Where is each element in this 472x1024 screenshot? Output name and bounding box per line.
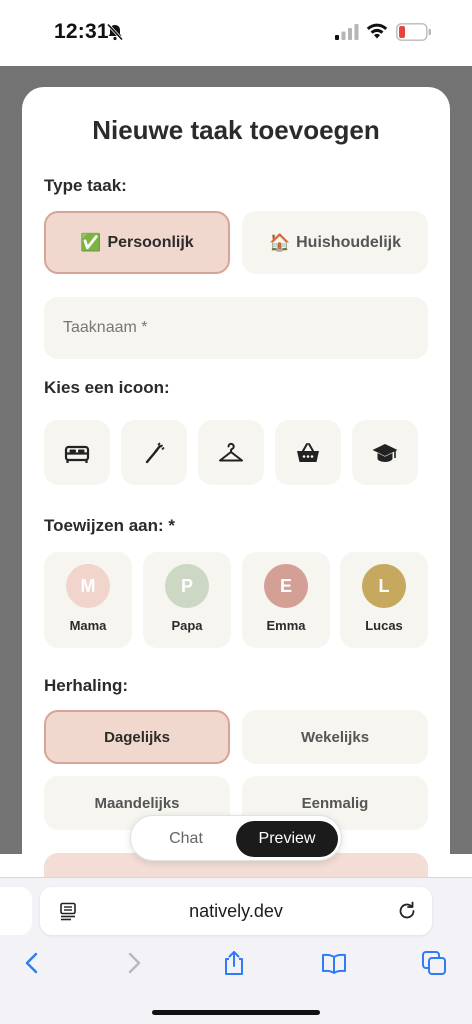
chat-preview-toggle: Chat Preview: [130, 815, 342, 861]
assignee-name: Lucas: [365, 618, 403, 633]
status-bar: 12:31: [0, 0, 472, 66]
task-name-input[interactable]: [44, 297, 428, 359]
url-text: natively.dev: [189, 901, 283, 921]
icon-option-toothbrush[interactable]: [121, 420, 187, 485]
type-household-label: Huishoudelijk: [296, 233, 402, 251]
assignee-papa[interactable]: P Papa: [143, 552, 231, 648]
house-icon: 🏠: [268, 232, 291, 252]
cellular-signal-icon: [335, 24, 359, 40]
add-task-modal: Nieuwe taak toevoegen Type taak: ✅ Perso…: [22, 87, 450, 877]
avatar: P: [165, 564, 209, 608]
reload-icon[interactable]: [396, 900, 418, 922]
icon-option-bed[interactable]: [44, 420, 110, 485]
assignee-lucas[interactable]: L Lucas: [340, 552, 428, 648]
icon-option-basket[interactable]: [275, 420, 341, 485]
share-icon[interactable]: [220, 949, 248, 977]
forward-icon[interactable]: [120, 949, 148, 977]
bell-muted-icon: [106, 23, 124, 41]
battery-icon: [396, 23, 431, 41]
icon-option-hanger[interactable]: [198, 420, 264, 485]
bed-icon: [64, 445, 90, 463]
repeat-daily-button[interactable]: Dagelijks: [44, 710, 230, 764]
icon-option-graduation-cap[interactable]: [352, 420, 418, 485]
browser-toolbar: natively.dev: [0, 877, 472, 1024]
icon-label: Kies een icoon:: [44, 378, 170, 397]
avatar: M: [66, 564, 110, 608]
tabs-icon[interactable]: [420, 949, 448, 977]
assignee-name: Mama: [69, 618, 107, 633]
toothbrush-icon: [145, 441, 165, 463]
status-time: 12:31: [54, 20, 109, 43]
hanger-icon: [219, 442, 243, 461]
back-icon[interactable]: [18, 949, 46, 977]
checkmark-icon: ✅: [80, 232, 102, 252]
repeat-weekly-button[interactable]: Wekelijks: [242, 710, 428, 764]
assign-label: Toewijzen aan: *: [44, 516, 175, 535]
modal-title: Nieuwe taak toevoegen: [92, 115, 380, 145]
previous-tab-preview[interactable]: [0, 887, 32, 935]
type-personal-label: Persoonlijk: [107, 233, 194, 251]
preview-tab[interactable]: Preview: [236, 821, 338, 857]
assignee-mama[interactable]: M Mama: [44, 552, 132, 648]
bookmarks-icon[interactable]: [320, 949, 348, 977]
wifi-icon: [366, 23, 388, 39]
basket-icon: [297, 442, 319, 462]
graduation-cap-icon: [372, 443, 398, 462]
address-bar[interactable]: natively.dev: [40, 887, 432, 935]
type-personal-button[interactable]: ✅ Persoonlijk: [44, 211, 230, 274]
assignee-emma[interactable]: E Emma: [242, 552, 330, 648]
chat-tab[interactable]: Chat: [137, 821, 235, 857]
repeat-label: Herhaling:: [44, 676, 129, 695]
avatar: E: [264, 564, 308, 608]
assignee-name: Emma: [266, 618, 306, 633]
task-type-label: Type taak:: [44, 176, 127, 195]
assignee-name: Papa: [171, 618, 203, 633]
home-indicator: [152, 1010, 320, 1015]
avatar: L: [362, 564, 406, 608]
type-household-button[interactable]: 🏠 Huishoudelijk: [242, 211, 428, 274]
